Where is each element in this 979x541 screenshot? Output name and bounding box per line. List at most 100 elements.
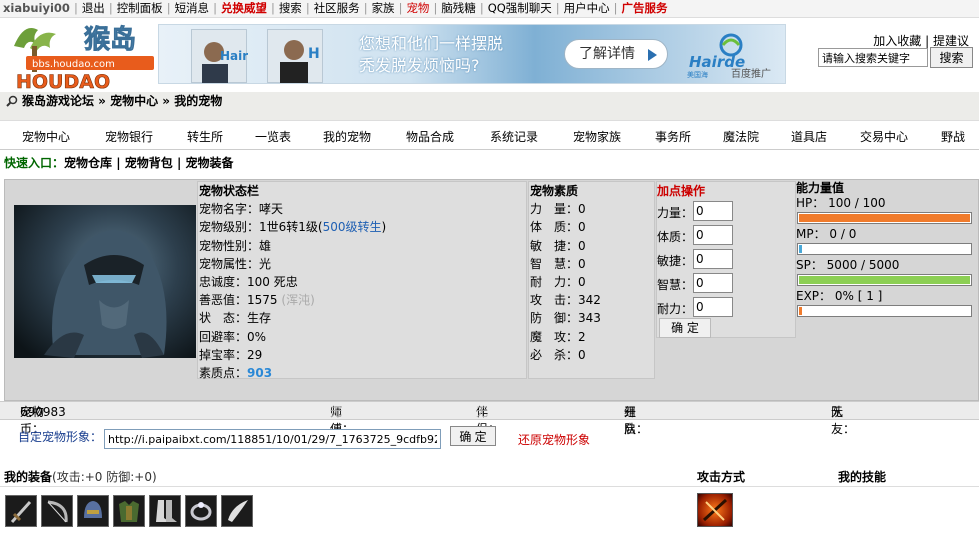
add-wisdom-row: 智慧： <box>657 273 795 297</box>
quality-row-critical: 必 杀：0 <box>530 346 654 364</box>
my-skills-title: 我的技能 <box>838 470 887 484</box>
ring-icon[interactable] <box>185 495 217 527</box>
nav-system-log[interactable]: 系统记录 <box>490 128 538 145</box>
control-panel-link[interactable]: 控制面板 <box>114 0 166 17</box>
banner-slogan: 您想和他们一样摆脱 秃发脱发烦恼吗? <box>359 33 503 77</box>
mp-bar <box>797 243 972 255</box>
rebirth-link[interactable]: 500级转生 <box>323 220 382 234</box>
pet-evade-label: 回避率： <box>199 329 248 344</box>
pet-quality-column: 宠物素质 力 量：0 体 质：0 敏 捷：0 智 慧：0 耐 力：0 攻 击：3… <box>528 181 655 379</box>
add-agility-input[interactable] <box>693 249 733 270</box>
quick-pet-equipment[interactable]: 宠物装备 <box>186 156 234 170</box>
sp-bar <box>797 274 972 286</box>
pet-name-value: 哮天 <box>259 202 284 217</box>
restore-image-link[interactable]: 还原宠物形象 <box>518 431 590 448</box>
nav-pet-bank[interactable]: 宠物银行 <box>105 128 153 145</box>
attack-mode-title: 攻击方式 <box>697 470 746 484</box>
suggestion-link[interactable]: 提建议 <box>933 34 969 48</box>
pet-state-value: 生存 <box>247 311 272 326</box>
nav-pet-family[interactable]: 宠物家族 <box>573 128 621 145</box>
nav-my-pet[interactable]: 我的宠物 <box>323 128 371 145</box>
search-button[interactable]: 搜索 <box>930 47 973 68</box>
candy-link[interactable]: 脑残糖 <box>438 0 479 17</box>
pet-link[interactable]: 宠物 <box>403 0 432 17</box>
nav-office[interactable]: 事务所 <box>655 128 691 145</box>
breadcrumb-text[interactable]: 猴岛游戏论坛 » 宠物中心 » 我的宠物 <box>22 94 222 108</box>
nav-overview[interactable]: 一览表 <box>255 128 291 145</box>
quality-row-wisdom: 智 慧：0 <box>530 255 654 273</box>
add-wisdom-label: 智慧： <box>657 278 694 293</box>
quality-label: 魔 攻： <box>530 329 579 344</box>
add-wisdom-input[interactable] <box>693 273 733 294</box>
quality-value: 2 <box>578 329 586 344</box>
pet-points-row: 素质点：903 <box>199 364 526 382</box>
quick-entry-label: 快速入口： <box>4 156 65 170</box>
banner-slogan-line1: 您想和他们一样摆脱 <box>359 34 504 53</box>
quality-value: 0 <box>578 275 586 290</box>
add-points-title: 加点操作 <box>657 184 706 198</box>
pet-gender-row: 宠物性别：雄 <box>199 237 526 255</box>
pet-state-label: 状 态： <box>199 311 248 326</box>
quality-label: 敏 捷： <box>530 238 579 253</box>
quality-value: 0 <box>578 238 586 253</box>
banner-more-button[interactable]: 了解详情 <box>564 39 668 69</box>
nav-trade-center[interactable]: 交易中心 <box>860 128 908 145</box>
add-endurance-label: 耐力： <box>657 302 694 317</box>
username-link[interactable]: xiabuiyi00 <box>0 0 73 17</box>
search-link[interactable]: 搜索 <box>276 0 305 17</box>
quality-row-defense: 防 御：343 <box>530 309 654 327</box>
pet-karma-label: 善恶值： <box>199 293 248 308</box>
dagger-icon[interactable] <box>5 495 37 527</box>
site-logo[interactable]: 猴岛 bbs.houdao.com HOUDAO <box>10 18 158 93</box>
helmet-icon[interactable] <box>77 495 109 527</box>
user-center-link[interactable]: 用户中心 <box>561 0 613 17</box>
community-link[interactable]: 社区服务 <box>311 0 363 17</box>
pet-points-value: 903 <box>247 366 273 381</box>
add-constitution-input[interactable] <box>693 225 733 246</box>
pet-drop-row: 掉宝率：29 <box>199 346 526 364</box>
add-points-confirm-button[interactable]: 确 定 <box>659 318 711 338</box>
attack-mode-icon[interactable] <box>697 493 733 527</box>
messages-link[interactable]: 短消息 <box>172 0 213 17</box>
add-favorite-link[interactable]: 加入收藏 <box>873 34 921 48</box>
nav-pet-center[interactable]: 宠物中心 <box>22 128 70 145</box>
pet-level-row: 宠物级别：1世6转1级(500级转生) <box>199 220 387 235</box>
quality-label: 体 质： <box>530 220 579 235</box>
armor-icon[interactable] <box>113 495 145 527</box>
qq-chat-link[interactable]: QQ强制聊天 <box>485 0 555 17</box>
nav-rebirth[interactable]: 转生所 <box>187 128 223 145</box>
logout-link[interactable]: 退出 <box>79 0 108 17</box>
bow-icon[interactable] <box>41 495 73 527</box>
custom-image-url-input[interactable] <box>104 429 441 449</box>
equipment-title: 我的装备 <box>4 470 53 484</box>
add-strength-input[interactable] <box>693 201 733 222</box>
banner-person-1-image: Hair <box>191 29 248 83</box>
mp-bar-fill <box>799 245 803 253</box>
sponsor-label: 百度推广 <box>731 67 771 79</box>
add-agility-row: 敏捷： <box>657 249 795 273</box>
nav-item-synthesis[interactable]: 物品合成 <box>406 128 454 145</box>
banner-more-label: 了解详情 <box>579 46 635 62</box>
search-input[interactable] <box>818 48 928 67</box>
quality-row-attack: 攻 击：342 <box>530 291 654 309</box>
pet-name-row: 宠物名字：哮天 <box>199 200 526 218</box>
pet-karma-value: 1575 <box>247 293 278 308</box>
ad-service-link[interactable]: 广告服务 <box>619 0 671 17</box>
quality-row-magic-attack: 魔 攻：2 <box>530 328 654 346</box>
team-value: 开启 <box>624 405 637 436</box>
custom-image-confirm-button[interactable]: 确 定 <box>450 426 496 446</box>
family-link[interactable]: 家族 <box>369 0 398 17</box>
nav-field-battle[interactable]: 野战 <box>941 128 965 145</box>
add-endurance-input[interactable] <box>693 297 733 318</box>
nav-item-shop[interactable]: 道具店 <box>791 128 827 145</box>
blade-icon[interactable] <box>221 495 253 527</box>
brand-cn: 美国海 <box>687 70 708 79</box>
add-constitution-row: 体质： <box>657 225 795 249</box>
ad-banner[interactable]: Hair H 您想和他们一样摆脱 秃发脱发烦恼吗? 了解详情 Hairde 美国… <box>158 24 786 84</box>
boots-icon[interactable] <box>149 495 181 527</box>
exchange-prestige-link[interactable]: 兑换威望 <box>218 0 270 17</box>
quick-pet-bag[interactable]: 宠物背包 <box>125 156 173 170</box>
top-bar: xiabuiyi00 | 退出 | 控制面板 | 短消息 | 兑换威望 | 搜索 | 社区服务 | 家族 | 宠… <box>0 0 979 18</box>
nav-magic-academy[interactable]: 魔法院 <box>723 128 759 145</box>
quick-pet-storage[interactable]: 宠物仓库 <box>64 156 112 170</box>
